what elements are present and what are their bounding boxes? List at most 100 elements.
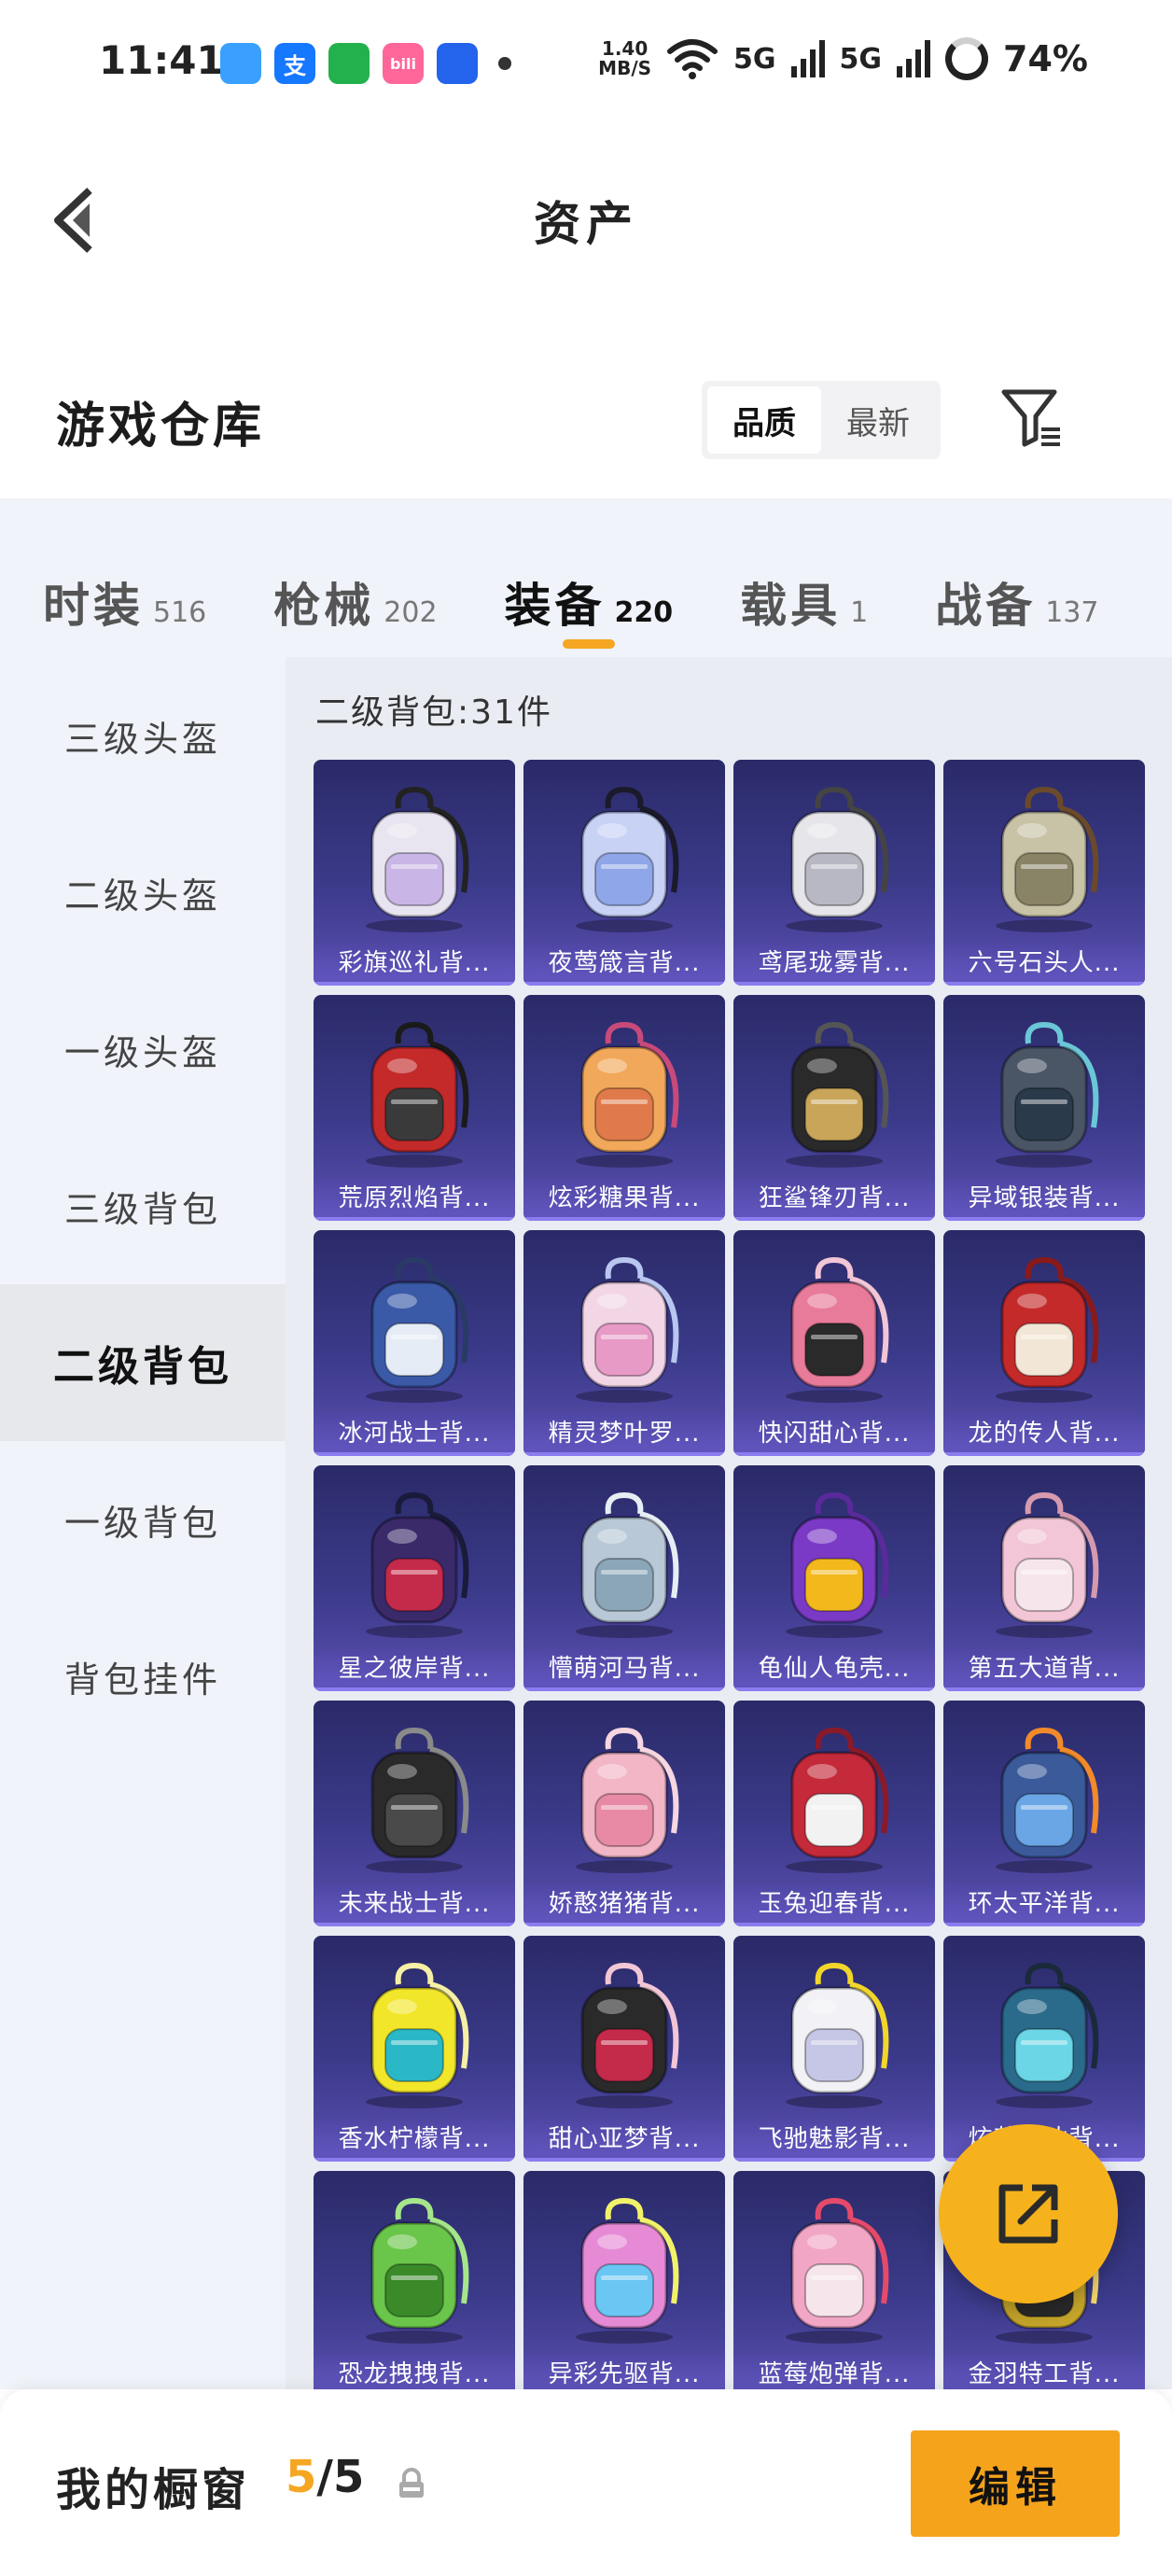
sidebar-item-3[interactable]: 三级背包	[0, 1127, 286, 1284]
sidebar: 三级头盔 二级头盔 一级头盔 三级背包 二级背包 一级背包 背包挂件	[0, 657, 286, 2389]
item-card[interactable]: 甜心亚梦背...	[523, 1936, 725, 2162]
item-card[interactable]: 龙的传人背...	[943, 1230, 1145, 1456]
signal-5g-label-2: 5G	[839, 42, 883, 76]
item-card[interactable]: 异域银装背...	[943, 995, 1145, 1221]
network-speed: 1.40 MB/S	[598, 39, 651, 78]
tab-count: 202	[384, 596, 438, 629]
tab-2[interactable]: 装备 220	[505, 531, 673, 649]
item-name: 玉兔迎春背...	[733, 1883, 935, 1926]
item-card[interactable]: 精灵梦叶罗...	[523, 1230, 725, 1456]
category-tabs: 时装 516 枪械 202 装备 220 载具 1 战备 137	[0, 498, 1172, 657]
sort-latest-button[interactable]: 最新	[821, 386, 935, 454]
backpack-icon	[576, 1491, 679, 1638]
item-card[interactable]: 快闪甜心背...	[733, 1230, 935, 1456]
item-card[interactable]: 环太平洋背...	[943, 1701, 1145, 1926]
item-name: 冰河战士背...	[314, 1413, 515, 1456]
item-name: 星之彼岸背...	[314, 1648, 515, 1691]
item-card[interactable]: 炫彩糖果背...	[523, 995, 725, 1221]
sidebar-item-0[interactable]: 三级头盔	[0, 657, 286, 814]
item-card[interactable]: 鸢尾珑雾背...	[733, 760, 935, 986]
showcase-used: 5	[286, 2451, 317, 2503]
backpack-icon	[366, 786, 469, 932]
share-button[interactable]	[939, 2124, 1118, 2303]
tab-count: 137	[1045, 596, 1099, 629]
backpack-icon	[366, 1962, 469, 2108]
item-card[interactable]: 飞驰魅影背...	[733, 1936, 935, 2162]
signal-5g-label-1: 5G	[733, 42, 776, 76]
item-card[interactable]: 龟仙人龟壳...	[733, 1465, 935, 1691]
backpack-icon	[996, 1727, 1099, 1873]
net-speed-value: 1.40	[601, 37, 649, 60]
item-card[interactable]: 星之彼岸背...	[314, 1465, 515, 1691]
item-card[interactable]: 六号石头人...	[943, 760, 1145, 986]
item-card[interactable]: 香水柠檬背...	[314, 1936, 515, 2162]
sidebar-item-5[interactable]: 一级背包	[0, 1441, 286, 1598]
showcase-footer: 我的橱窗 5/5 编辑	[0, 2389, 1172, 2576]
more-notifications-icon	[498, 57, 511, 70]
showcase-label: 我的橱窗	[56, 2464, 251, 2516]
sidebar-item-2[interactable]: 一级头盔	[0, 971, 286, 1127]
tab-count: 1	[850, 596, 869, 629]
lock-icon	[399, 2468, 424, 2498]
tab-1[interactable]: 枪械 202	[273, 531, 437, 633]
shield-icon	[328, 43, 370, 84]
item-card[interactable]: 玉兔迎春背...	[733, 1701, 935, 1926]
item-card[interactable]: 第五大道背...	[943, 1465, 1145, 1691]
showcase-total: 5	[332, 2451, 365, 2503]
tab-4[interactable]: 战备 137	[935, 531, 1098, 633]
item-card[interactable]: 夜莺箴言背...	[523, 760, 725, 986]
tab-count: 516	[153, 596, 207, 629]
item-name: 精灵梦叶罗...	[523, 1413, 725, 1456]
sidebar-item-6[interactable]: 背包挂件	[0, 1598, 286, 1755]
backpack-icon	[996, 1256, 1099, 1403]
feishu-icon	[437, 43, 478, 84]
tab-count: 220	[614, 596, 674, 629]
status-bar: 11:41 支 bili 1.40 MB/S 5G 5G 74%	[0, 0, 1172, 131]
tab-3[interactable]: 载具 1	[740, 531, 868, 633]
backpack-icon	[786, 2197, 889, 2344]
item-name: 娇憨猪猪背...	[523, 1883, 725, 1926]
backpack-icon	[576, 786, 679, 932]
item-name: 龙的传人背...	[943, 1413, 1145, 1456]
item-card[interactable]: 彩旗巡礼背...	[314, 760, 515, 986]
item-name: 未来战士背...	[314, 1883, 515, 1926]
alipay-icon: 支	[274, 43, 315, 84]
backpack-icon	[576, 1021, 679, 1168]
item-name: 狂鲨锋刃背...	[733, 1178, 935, 1221]
backpack-icon	[576, 1727, 679, 1873]
filter-icon[interactable]	[998, 385, 1066, 452]
sidebar-item-4[interactable]: 二级背包	[0, 1284, 286, 1441]
item-card[interactable]: 懵萌河马背...	[523, 1465, 725, 1691]
tab-label: 时装	[43, 579, 144, 633]
wifi-icon	[667, 39, 719, 79]
item-name: 香水柠檬背...	[314, 2119, 515, 2162]
tab-0[interactable]: 时装 516	[43, 531, 206, 633]
item-name: 第五大道背...	[943, 1648, 1145, 1691]
item-card[interactable]: 未来战士背...	[314, 1701, 515, 1926]
backpack-icon	[576, 2197, 679, 2344]
sort-quality-button[interactable]: 品质	[707, 386, 821, 454]
item-card[interactable]: 蓝莓炮弹背...	[733, 2171, 935, 2389]
backpack-icon	[366, 1021, 469, 1168]
backpack-icon	[786, 1962, 889, 2108]
item-card[interactable]: 荒原烈焰背...	[314, 995, 515, 1221]
item-name: 环太平洋背...	[943, 1883, 1145, 1926]
backpack-icon	[366, 1491, 469, 1638]
item-card[interactable]: 狂鲨锋刃背...	[733, 995, 935, 1221]
edit-button[interactable]: 编辑	[911, 2430, 1120, 2537]
item-name: 异域银装背...	[943, 1178, 1145, 1221]
backpack-icon	[786, 1256, 889, 1403]
item-card[interactable]: 冰河战士背...	[314, 1230, 515, 1456]
item-card[interactable]: 异彩先驱背...	[523, 2171, 725, 2389]
item-card[interactable]: 恐龙拽拽背...	[314, 2171, 515, 2389]
backpack-icon	[366, 1256, 469, 1403]
backpack-icon	[366, 2197, 469, 2344]
item-name: 龟仙人龟壳...	[733, 1648, 935, 1691]
backpack-icon	[996, 1962, 1099, 2108]
page-title: 资产	[534, 197, 638, 251]
tab-label: 装备	[504, 579, 606, 633]
signal-icon	[790, 40, 825, 77]
backpack-icon	[786, 1727, 889, 1873]
sidebar-item-1[interactable]: 二级头盔	[0, 814, 286, 971]
item-card[interactable]: 娇憨猪猪背...	[523, 1701, 725, 1926]
